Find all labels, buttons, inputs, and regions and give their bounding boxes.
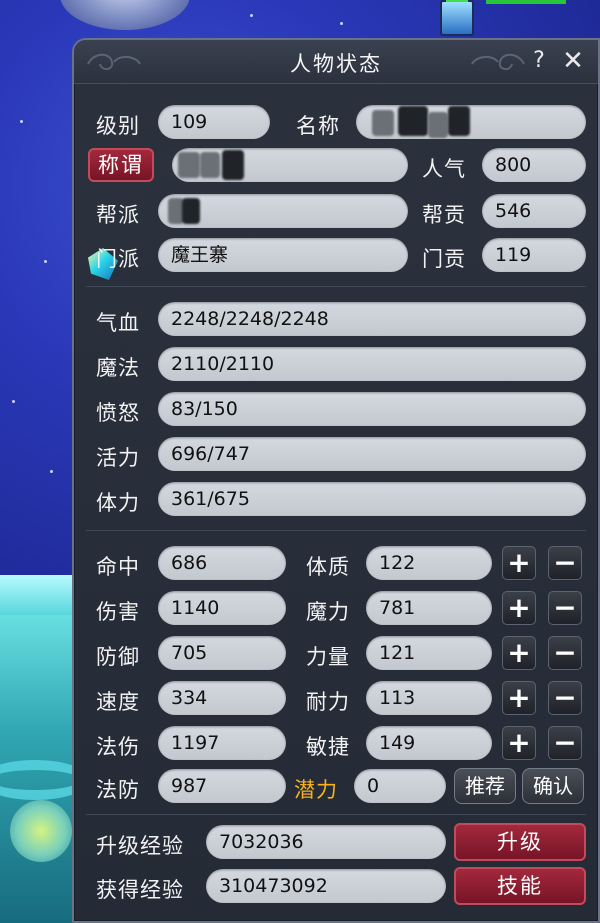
vital-label: 愤怒 <box>96 401 140 425</box>
gained-exp-field: 310473092 <box>206 869 446 903</box>
increase-button[interactable]: + <box>502 636 536 670</box>
sect-contribution-field: 119 <box>482 238 586 272</box>
redacted-block <box>200 152 220 178</box>
divider <box>86 530 586 531</box>
increase-button[interactable]: + <box>502 591 536 625</box>
redacted-block <box>222 150 244 180</box>
combat-stat-field: 686 <box>158 546 286 580</box>
attribute-label: 体质 <box>306 555 350 579</box>
combat-stat-label: 伤害 <box>96 600 140 624</box>
potential-label: 潜力 <box>294 778 338 802</box>
help-icon[interactable]: ? <box>526 48 552 74</box>
decrease-button[interactable]: − <box>548 591 582 625</box>
sect-label: 门派 <box>96 247 140 271</box>
popularity-label: 人气 <box>422 157 466 181</box>
vital-label: 体力 <box>96 491 140 515</box>
potential-field: 0 <box>354 769 446 803</box>
attribute-label: 耐力 <box>306 690 350 714</box>
level-label: 级别 <box>96 114 140 138</box>
combat-stat-label: 防御 <box>96 645 140 669</box>
name-label: 名称 <box>296 114 340 138</box>
swirl-ornament-icon <box>471 53 525 70</box>
combat-stat-field: 705 <box>158 636 286 670</box>
attribute-label: 力量 <box>306 645 350 669</box>
star <box>340 22 343 25</box>
decrease-button[interactable]: − <box>548 636 582 670</box>
confirm-button[interactable]: 确认 <box>522 768 584 804</box>
star <box>12 400 15 403</box>
upgrade-button[interactable]: 升级 <box>454 823 586 861</box>
combat-stat-label: 法防 <box>96 778 140 802</box>
redacted-block <box>448 106 470 136</box>
skills-button[interactable]: 技能 <box>454 867 586 905</box>
gang-label: 帮派 <box>96 203 140 227</box>
star <box>44 260 47 263</box>
attribute-field: 113 <box>366 681 492 715</box>
title-bar[interactable]: 人物状态 ? ✕ <box>74 40 598 84</box>
upgrade-exp-label: 升级经验 <box>96 834 184 858</box>
redacted-block <box>182 198 200 224</box>
sect-contribution-label: 门贡 <box>422 247 466 271</box>
increase-button[interactable]: + <box>502 546 536 580</box>
vital-label: 活力 <box>96 446 140 470</box>
combat-stat-label: 命中 <box>96 555 140 579</box>
vital-field: 2110/2110 <box>158 347 586 381</box>
divider <box>86 814 586 815</box>
vital-field: 696/747 <box>158 437 586 471</box>
combat-stat-field: 334 <box>158 681 286 715</box>
star <box>50 470 53 473</box>
attribute-field: 781 <box>366 591 492 625</box>
moon-orb <box>60 0 190 30</box>
recommend-button[interactable]: 推荐 <box>454 768 516 804</box>
attribute-field: 122 <box>366 546 492 580</box>
redacted-block <box>372 110 394 136</box>
close-icon[interactable]: ✕ <box>560 48 586 74</box>
star <box>250 14 253 17</box>
combat-stat-field: 987 <box>158 769 286 803</box>
decrease-button[interactable]: − <box>548 726 582 760</box>
increase-button[interactable]: + <box>502 726 536 760</box>
vital-field: 83/150 <box>158 392 586 426</box>
combat-stat-label: 法伤 <box>96 735 140 759</box>
redacted-block <box>178 152 200 178</box>
sect-field: 魔王寨 <box>158 238 408 272</box>
attribute-field: 149 <box>366 726 492 760</box>
redacted-block <box>398 106 428 136</box>
title-button[interactable]: 称谓 <box>88 148 154 182</box>
decrease-button[interactable]: − <box>548 546 582 580</box>
star <box>20 120 23 123</box>
vital-field: 361/675 <box>158 482 586 516</box>
vital-field: 2248/2248/2248 <box>158 302 586 336</box>
increase-button[interactable]: + <box>502 681 536 715</box>
decrease-button[interactable]: − <box>548 681 582 715</box>
gained-exp-label: 获得经验 <box>96 878 184 902</box>
attribute-field: 121 <box>366 636 492 670</box>
upgrade-exp-field: 7032036 <box>206 825 446 859</box>
scene-pillar-top <box>0 575 80 615</box>
redacted-block <box>428 112 448 138</box>
level-field: 109 <box>158 105 270 139</box>
gang-contribution-field: 546 <box>482 194 586 228</box>
combat-stat-label: 速度 <box>96 690 140 714</box>
attribute-label: 敏捷 <box>306 735 350 759</box>
hud-item-icon[interactable] <box>440 0 474 36</box>
attribute-label: 魔力 <box>306 600 350 624</box>
vital-label: 魔法 <box>96 356 140 380</box>
vital-label: 气血 <box>96 311 140 335</box>
gang-contribution-label: 帮贡 <box>422 203 466 227</box>
scene-flower <box>10 800 72 862</box>
hud-bar <box>486 0 566 4</box>
combat-stat-field: 1197 <box>158 726 286 760</box>
combat-stat-field: 1140 <box>158 591 286 625</box>
divider <box>86 286 586 287</box>
popularity-field: 800 <box>482 148 586 182</box>
